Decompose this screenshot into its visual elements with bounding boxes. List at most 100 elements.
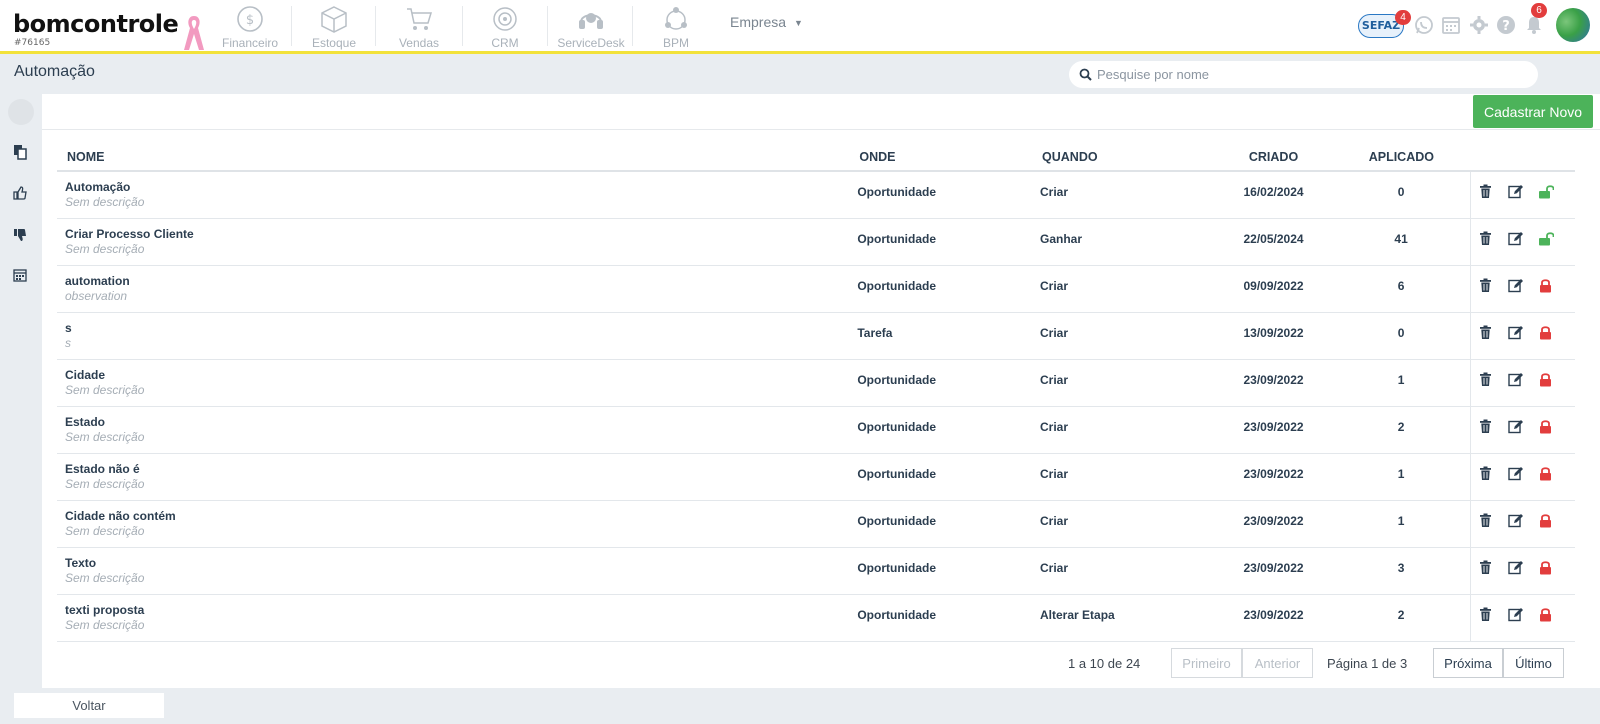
nav-financeiro[interactable]: $ Financeiro (222, 4, 278, 50)
sidebar-toggle[interactable] (8, 99, 34, 125)
delete-icon[interactable] (1471, 607, 1501, 625)
cell-quando: Criar (1032, 359, 1215, 407)
delete-icon[interactable] (1471, 325, 1501, 343)
delete-icon[interactable] (1471, 231, 1501, 249)
cell-criado: 23/09/2022 (1214, 500, 1333, 548)
cell-onde: Oportunidade (849, 406, 1033, 454)
cell-actions (1469, 359, 1575, 407)
nav-crm[interactable]: CRM (477, 4, 533, 50)
gear-icon[interactable] (1469, 15, 1489, 35)
pink-ribbon-icon (184, 16, 204, 50)
whatsapp-icon[interactable] (1414, 15, 1434, 35)
cell-aplicado: 2 (1332, 594, 1471, 642)
delete-icon[interactable] (1471, 184, 1501, 202)
edit-icon[interactable] (1501, 231, 1531, 249)
delete-icon[interactable] (1471, 372, 1501, 390)
cell-onde: Oportunidade (849, 218, 1033, 266)
cell-criado: 16/02/2024 (1214, 171, 1333, 219)
automation-name: Estado (65, 414, 106, 429)
search-input[interactable] (1097, 65, 1527, 84)
lock-closed-icon[interactable] (1531, 560, 1561, 578)
nav-vendas[interactable]: Vendas (391, 4, 447, 50)
cell-nome: automation observation (57, 265, 850, 313)
edit-icon[interactable] (1501, 560, 1531, 578)
edit-icon[interactable] (1501, 278, 1531, 296)
pagination-first-button[interactable]: Primeiro (1171, 648, 1242, 678)
delete-icon[interactable] (1471, 513, 1501, 531)
copy-icon[interactable] (13, 144, 27, 160)
pagination-next-button[interactable]: Próxima (1433, 648, 1503, 678)
automation-name: Estado não é (65, 461, 140, 476)
column-header-aplicado[interactable]: APLICADO (1332, 143, 1471, 172)
automation-description: Sem descrição (65, 523, 145, 538)
delete-icon[interactable] (1471, 278, 1501, 296)
lock-closed-icon[interactable] (1531, 419, 1561, 437)
edit-icon[interactable] (1501, 466, 1531, 484)
page-title: Automação (14, 63, 95, 80)
lock-closed-icon[interactable] (1531, 278, 1561, 296)
delete-icon[interactable] (1471, 560, 1501, 578)
empresa-dropdown[interactable]: Empresa ▼ (730, 14, 803, 30)
edit-icon[interactable] (1501, 184, 1531, 202)
lock-closed-icon[interactable] (1531, 466, 1561, 484)
column-header-nome[interactable]: NOME (57, 143, 850, 172)
nav-divider (632, 6, 633, 46)
nav-bpm[interactable]: BPM (648, 4, 704, 50)
cell-aplicado: 41 (1332, 218, 1471, 266)
calendar-icon[interactable] (13, 268, 27, 282)
table-row[interactable]: Estado Sem descrição Oportunidade Criar 23/0… (57, 406, 1575, 454)
table-row[interactable]: Estado não é Sem descrição Oportunidade Cri… (57, 453, 1575, 501)
edit-icon[interactable] (1501, 419, 1531, 437)
back-button[interactable]: Voltar (14, 693, 164, 718)
brand-logo[interactable]: bomcontrole #76165 (13, 11, 179, 48)
new-automation-button[interactable]: Cadastrar Novo (1473, 95, 1593, 128)
cell-criado: 23/09/2022 (1214, 406, 1333, 454)
table-row[interactable]: Automação Sem descrição Oportunidade Criar 1… (57, 171, 1575, 219)
notifications-badge: 6 (1531, 3, 1547, 18)
column-header-criado[interactable]: CRIADO (1214, 143, 1333, 172)
table-row[interactable]: Cidade Sem descrição Oportunidade Criar 23/0… (57, 359, 1575, 407)
cell-actions (1469, 547, 1575, 595)
edit-icon[interactable] (1501, 325, 1531, 343)
column-header-onde[interactable]: ONDE (849, 143, 1033, 172)
cell-nome: ss (57, 312, 850, 360)
pagination-prev-button[interactable]: Anterior (1242, 648, 1313, 678)
empresa-label: Empresa (730, 14, 787, 30)
column-header-quando[interactable]: QUANDO (1032, 143, 1215, 172)
nav-estoque[interactable]: Estoque (306, 4, 362, 50)
edit-icon[interactable] (1501, 607, 1531, 625)
table-row[interactable]: Texto Sem descrição Oportunidade Criar 23/09… (57, 547, 1575, 595)
edit-icon[interactable] (1501, 372, 1531, 390)
table-row[interactable]: s s Tarefa Criar 13/09/2022 0 (57, 312, 1575, 360)
help-icon[interactable]: ? (1496, 15, 1516, 35)
automation-name: Criar Processo Cliente (65, 226, 194, 241)
thumbs-down-icon[interactable] (13, 228, 27, 242)
table-row[interactable]: Criar Processo Cliente Sem descrição Oport… (57, 218, 1575, 266)
pagination-last-button[interactable]: Último (1503, 648, 1564, 678)
table-row[interactable]: Cidade não contém Sem descrição Oportunida… (57, 500, 1575, 548)
cell-quando: Criar (1032, 500, 1215, 548)
table-row[interactable]: texti proposta Sem descrição Oportunidade A… (57, 594, 1575, 642)
cell-actions (1469, 594, 1575, 642)
cell-onde: Oportunidade (849, 359, 1033, 407)
edit-icon[interactable] (1501, 513, 1531, 531)
cell-criado: 23/09/2022 (1214, 453, 1333, 501)
lock-closed-icon[interactable] (1531, 607, 1561, 625)
cell-onde: Oportunidade (849, 171, 1033, 219)
bell-icon[interactable] (1524, 15, 1544, 35)
lock-open-icon[interactable] (1531, 231, 1561, 249)
nav-servicedesk[interactable]: ServiceDesk (556, 4, 626, 50)
delete-icon[interactable] (1471, 466, 1501, 484)
lock-closed-icon[interactable] (1531, 513, 1561, 531)
lock-open-icon[interactable] (1531, 184, 1561, 202)
cell-criado: 23/09/2022 (1214, 594, 1333, 642)
table-row[interactable]: automation observation Oportunidade Criar 09… (57, 265, 1575, 313)
delete-icon[interactable] (1471, 419, 1501, 437)
thumbs-up-icon[interactable] (13, 186, 27, 200)
lock-closed-icon[interactable] (1531, 325, 1561, 343)
calendar-icon[interactable] (1441, 15, 1461, 35)
lock-closed-icon[interactable] (1531, 372, 1561, 390)
cell-criado: 22/05/2024 (1214, 218, 1333, 266)
automation-description: observation (65, 288, 128, 303)
user-avatar[interactable] (1556, 8, 1590, 42)
